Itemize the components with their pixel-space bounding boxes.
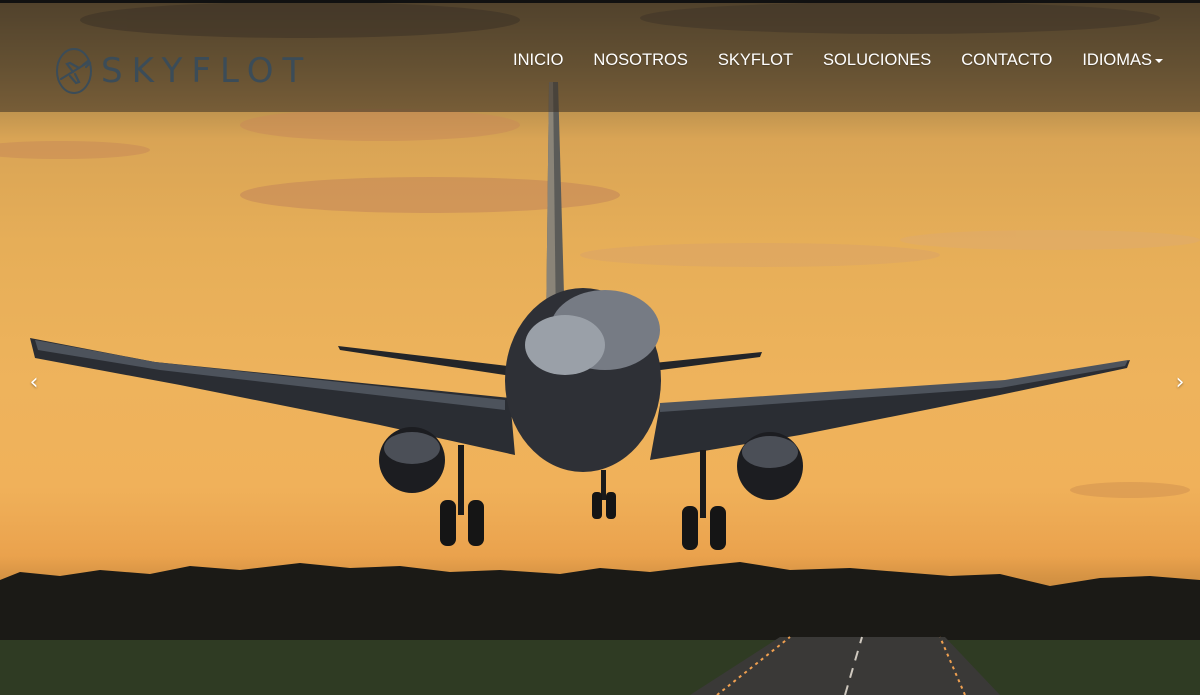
nav-nosotros[interactable]: NOSOTROS bbox=[593, 51, 687, 70]
navbar: SKYFLOT INICIO NOSOTROS SKYFLOT SOLUCION… bbox=[0, 3, 1200, 112]
carousel-prev-button[interactable]: ‹ bbox=[24, 370, 44, 395]
brand-logo[interactable]: SKYFLOT bbox=[55, 45, 312, 97]
chevron-left-icon: ‹ bbox=[29, 370, 39, 395]
nav-inicio[interactable]: INICIO bbox=[513, 51, 563, 70]
carousel-next-button[interactable]: › bbox=[1170, 370, 1190, 395]
treeline bbox=[0, 562, 1200, 650]
nav-idiomas-label: IDIOMAS bbox=[1082, 51, 1152, 69]
chevron-right-icon: › bbox=[1175, 370, 1185, 395]
nav-soluciones[interactable]: SOLUCIONES bbox=[823, 51, 931, 70]
airplane-silhouette bbox=[30, 82, 1130, 550]
main-menu: INICIO NOSOTROS SKYFLOT SOLUCIONES CONTA… bbox=[513, 3, 1163, 112]
nav-contacto[interactable]: CONTACTO bbox=[961, 51, 1052, 70]
top-border bbox=[0, 0, 1200, 3]
airplane-circle-icon bbox=[56, 48, 92, 94]
brand-name: SKYFLOT bbox=[101, 51, 313, 91]
nav-skyflot[interactable]: SKYFLOT bbox=[718, 51, 793, 70]
caret-down-icon bbox=[1155, 58, 1163, 63]
hero-carousel: SKYFLOT INICIO NOSOTROS SKYFLOT SOLUCION… bbox=[0, 0, 1200, 695]
nav-idiomas-dropdown[interactable]: IDIOMAS bbox=[1082, 51, 1163, 70]
